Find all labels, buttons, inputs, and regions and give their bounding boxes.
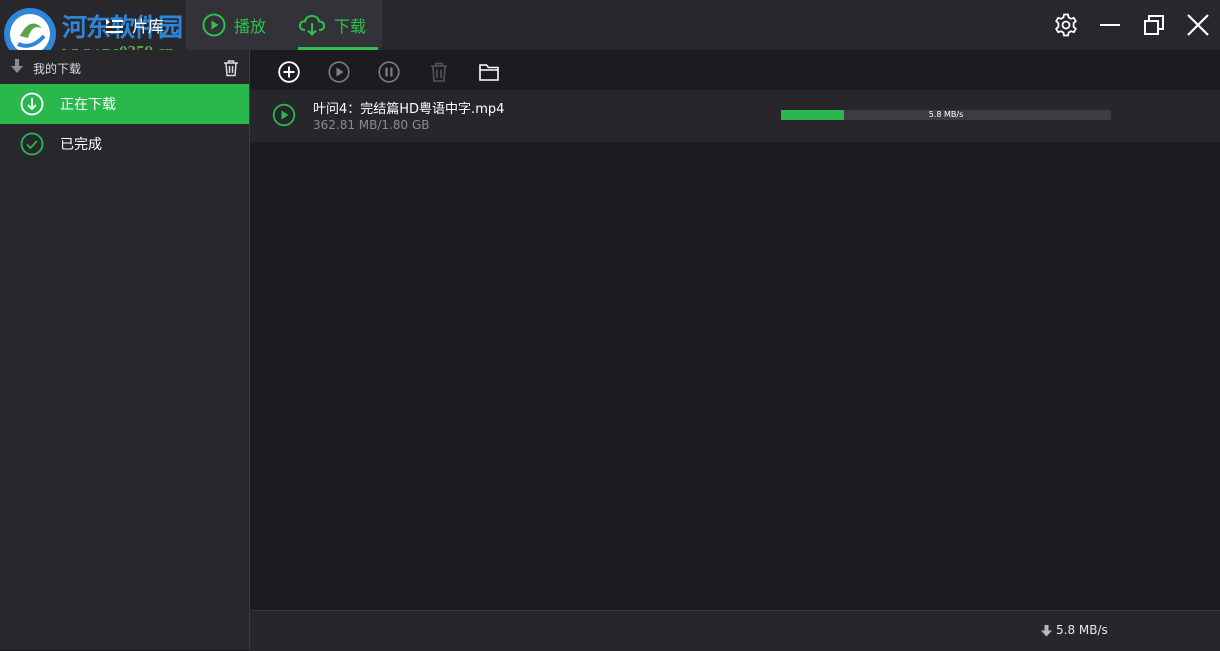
cloud-download-icon [298, 13, 326, 37]
gear-icon [1055, 13, 1077, 37]
sidebar-item-downloading[interactable]: 正在下载 [0, 84, 249, 124]
delete-task-button[interactable] [428, 61, 450, 83]
sidebar-title: 我的下载 [33, 62, 82, 76]
play-circle-icon [272, 103, 296, 127]
open-folder-button[interactable] [478, 61, 500, 83]
sidebar-item-completed[interactable]: 已完成 [0, 124, 249, 164]
settings-button[interactable] [1053, 12, 1079, 38]
pause-icon [378, 61, 400, 83]
total-speed-label: 5.8 MB/s [1056, 623, 1108, 637]
task-progress-bar: 5.8 MB/s [781, 110, 1111, 120]
sidebar: 我的下载 正在下载 已完成 [0, 50, 250, 650]
play-circle-icon [202, 13, 226, 37]
pause-all-button[interactable] [378, 61, 400, 83]
add-icon [278, 61, 300, 83]
sidebar-item-label: 正在下载 [60, 97, 116, 113]
download-toolbar [250, 50, 1220, 92]
download-arrow-icon [9, 58, 25, 74]
sidebar-header: 我的下载 [0, 50, 249, 84]
trash-icon [224, 60, 238, 77]
task-file-size: 362.81 MB/1.80 GB [313, 118, 430, 132]
nav-download-label: 下载 [334, 17, 367, 36]
close-icon [1187, 14, 1209, 36]
nav-play[interactable]: 播放 [202, 0, 266, 50]
download-speed-icon [1040, 624, 1053, 637]
nav-download[interactable]: 下载 [298, 0, 379, 50]
delete-icon [431, 62, 447, 82]
restore-icon [1144, 15, 1164, 35]
check-circle-icon [20, 132, 44, 156]
task-play-button[interactable] [272, 103, 296, 127]
minimize-button[interactable] [1097, 12, 1123, 38]
minimize-icon [1100, 24, 1120, 26]
nav-library-label: 片库 [132, 17, 165, 36]
library-list-icon [104, 16, 124, 34]
task-speed: 5.8 MB/s [928, 110, 964, 119]
download-circle-icon [20, 92, 44, 116]
start-all-button[interactable] [328, 61, 350, 83]
total-speed: 5.8 MB/s [1040, 623, 1108, 637]
clear-all-button[interactable] [222, 59, 240, 77]
nav-play-label: 播放 [234, 17, 267, 36]
maximize-button[interactable] [1141, 12, 1167, 38]
status-bar: 5.8 MB/s [250, 610, 1220, 651]
download-task-row[interactable]: 叶问4：完结篇HD粤语中字.mp4 362.81 MB/1.80 GB 5.8 … [250, 90, 1220, 142]
nav-library[interactable]: 片库 [104, 0, 164, 50]
sidebar-item-label: 已完成 [60, 137, 102, 153]
title-bar: 河东软件园 www.pc0359.cn 片库 播放 [0, 0, 1220, 61]
folder-icon [479, 64, 499, 81]
close-button[interactable] [1185, 12, 1211, 38]
add-task-button[interactable] [278, 61, 300, 83]
task-file-name: 叶问4：完结篇HD粤语中字.mp4 [313, 102, 505, 117]
play-icon [328, 61, 350, 83]
